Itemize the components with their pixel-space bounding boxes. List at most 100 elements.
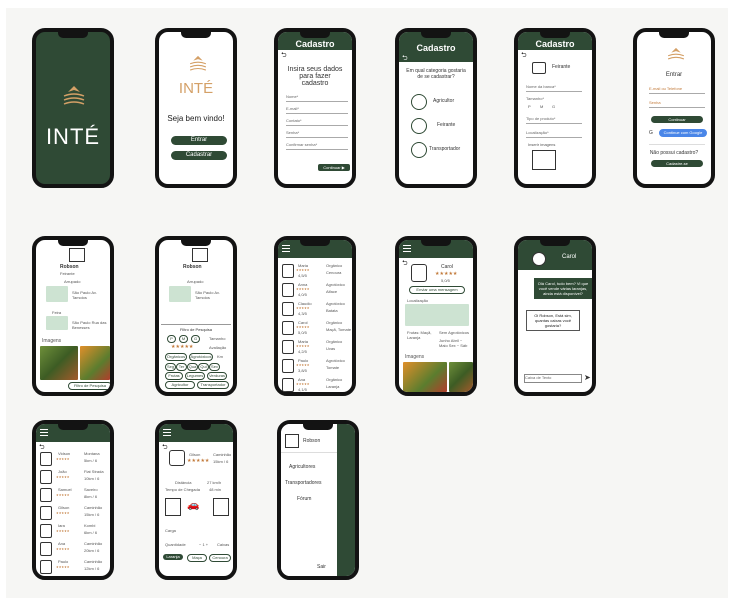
category-option-farmer[interactable]: Agricultor	[433, 98, 454, 104]
list-item[interactable]: Vidson ★★★★★ Montana 5km / 6	[36, 450, 110, 467]
enter-button[interactable]: Entrar	[171, 136, 227, 145]
size-option-p[interactable]: P	[528, 104, 531, 109]
google-login-button[interactable]: Continue com Google	[659, 129, 707, 137]
filter-size-p[interactable]: P	[167, 335, 176, 343]
password-field[interactable]: Senha	[649, 100, 705, 108]
farmer-row-stars: ★★★★★	[296, 306, 310, 310]
filter-day[interactable]: Sex	[209, 363, 220, 371]
transporter-row-stars: ★★★★★	[56, 511, 70, 515]
continue-button[interactable]: Continuar	[651, 116, 703, 123]
filter-day[interactable]: Qui	[198, 363, 209, 371]
back-arrow-icon[interactable]: ⮌	[162, 443, 168, 454]
phone-notch	[181, 240, 211, 246]
filter-size-g[interactable]: G	[191, 335, 200, 343]
list-item[interactable]: Iara ★★★★★ Kombi 6km / 6	[36, 522, 110, 539]
avatar[interactable]	[69, 248, 85, 262]
driver-rating-stars: ★★★★★	[187, 458, 210, 464]
goods-button-carrot[interactable]: Cenoura	[209, 554, 231, 562]
menu-item-transporters[interactable]: Transportadores	[285, 480, 322, 486]
list-item[interactable]: Ana ★★★★★ 4,1/5 Orgânico Laranja	[278, 376, 352, 392]
name-field[interactable]: Nome*	[286, 94, 348, 102]
product-image[interactable]	[40, 346, 78, 380]
filter-size-m[interactable]: M	[179, 335, 188, 343]
list-item[interactable]: Carol ★★★★★ 5,0/5 Orgânico Maçã, Tomate	[278, 319, 352, 337]
image-upload-icon[interactable]	[532, 150, 556, 170]
menu-drawer: Robson Agricultores Transportadores Fóru…	[281, 424, 338, 576]
confirm-password-field[interactable]: Confirmar senha*	[286, 142, 348, 150]
back-arrow-icon[interactable]: ⮌	[402, 259, 408, 270]
continue-button[interactable]: Continuar ▶	[318, 164, 350, 171]
transporter-row-capacity: 6km / 6	[84, 530, 98, 535]
menu-item-exit[interactable]: Sair	[317, 564, 326, 570]
filter-role-transport[interactable]: Transportador	[197, 381, 229, 389]
register-button[interactable]: Cadastrar	[171, 151, 227, 160]
filter-button[interactable]: Filtro de Pesquisa	[68, 382, 110, 390]
farmer-row-rating: 4,1/5	[298, 387, 307, 392]
filter-type-organic[interactable]: Orgânicos	[165, 353, 187, 361]
back-arrow-icon[interactable]: ⮌	[521, 51, 527, 62]
size-option-m[interactable]: M	[540, 104, 543, 109]
menu-overlay[interactable]	[337, 424, 355, 576]
list-item[interactable]: Maria ★★★★★ 4,2/5 Orgânico Uvas	[278, 338, 352, 356]
list-item[interactable]: Paulo ★★★★★ Caminhão 12km / 6	[36, 558, 110, 575]
farmer-map[interactable]	[405, 304, 469, 326]
back-arrow-icon[interactable]: ⮌	[402, 54, 408, 65]
menu-icon[interactable]	[40, 429, 48, 438]
chat-input[interactable]: Caixa de Texto	[524, 374, 582, 383]
list-item[interactable]: Ana ★★★★★ Caminhão 20km / 6	[36, 540, 110, 557]
location-field[interactable]: Localização*	[526, 130, 582, 138]
stand-address: São Paulo Rua das Benesses	[72, 320, 107, 330]
goods-button-apple[interactable]: Maça	[187, 554, 207, 562]
stand-map[interactable]	[46, 316, 68, 330]
product-type-field[interactable]: Tipo de produto*	[526, 116, 582, 124]
size-option-g[interactable]: G	[552, 104, 555, 109]
filter-product-veg[interactable]: Verduras	[207, 372, 227, 380]
stall-icon[interactable]	[411, 118, 427, 134]
menu-icon[interactable]	[163, 429, 171, 438]
farmer-image[interactable]	[403, 362, 447, 392]
list-item[interactable]: Anna ★★★★★ 4,0/5 Agrotóxico Alface	[278, 281, 352, 299]
farmer-image[interactable]	[449, 362, 473, 392]
rating-stars[interactable]: ★★★★★	[171, 344, 193, 350]
filter-type-pesticide[interactable]: Agrotóxicos	[189, 353, 213, 361]
farmer-row-product: Alface	[326, 289, 338, 294]
filter-product-legume[interactable]: Legumes	[185, 372, 205, 380]
send-icon[interactable]: ➤	[584, 373, 591, 382]
list-item[interactable]: Maria ★★★★★ 4,5/5 Orgânico Cenoura	[278, 262, 352, 280]
list-item[interactable]: Samuel ★★★★★ Saveiro 8km / 6	[36, 486, 110, 503]
filter-role-farmer[interactable]: Agricultor	[165, 381, 195, 389]
avatar[interactable]	[192, 248, 208, 262]
quantity-stepper[interactable]: − 1 +	[199, 542, 208, 547]
menu-icon[interactable]	[282, 245, 290, 254]
list-item[interactable]: Gilson ★★★★★ Caminhão 15km / 6	[36, 504, 110, 521]
filter-day[interactable]: Seg	[165, 363, 176, 371]
filter-day[interactable]: Ter	[176, 363, 187, 371]
list-item[interactable]: Paulo ★★★★★ 3,8/5 Agrotóxico Tomate	[278, 357, 352, 375]
phone-notch	[181, 424, 211, 430]
product-image[interactable]	[80, 346, 110, 380]
list-item[interactable]: Claudio ★★★★★ 4,3/5 Agrotóxico Batata	[278, 300, 352, 318]
contact-field[interactable]: Contato*	[286, 118, 348, 126]
stand-name-field[interactable]: Nome da banca*	[526, 84, 582, 92]
category-option-stall[interactable]: Feirante	[437, 122, 455, 128]
menu-icon[interactable]	[403, 245, 411, 254]
register-button[interactable]: Cadastre-se	[651, 160, 703, 167]
menu-item-forum[interactable]: Fórum	[297, 496, 311, 502]
password-field[interactable]: Senha*	[286, 130, 348, 138]
location-map[interactable]	[169, 286, 191, 302]
goods-button-orange[interactable]: Laranja	[163, 554, 183, 560]
list-item[interactable]: João ★★★★★ Fiat Strada 10km / 6	[36, 468, 110, 485]
email-field[interactable]: E-mail*	[286, 106, 348, 114]
transporter-row-name: Paulo	[58, 559, 69, 564]
message-button[interactable]: Enviar uma mensagem	[409, 286, 465, 294]
driver-avatar-icon	[169, 450, 185, 466]
location-map[interactable]	[46, 286, 68, 302]
back-arrow-icon[interactable]: ⮌	[281, 51, 287, 62]
menu-item-farmers[interactable]: Agricultores	[289, 464, 315, 470]
farmer-icon[interactable]	[411, 94, 427, 110]
filter-product-fruit[interactable]: Frutas	[165, 372, 183, 380]
user-field[interactable]: E-mail ou Telefone	[649, 86, 705, 94]
category-option-transport[interactable]: Transportador	[429, 146, 460, 152]
truck-icon[interactable]	[411, 142, 427, 158]
filter-day[interactable]: Qua	[187, 363, 198, 371]
